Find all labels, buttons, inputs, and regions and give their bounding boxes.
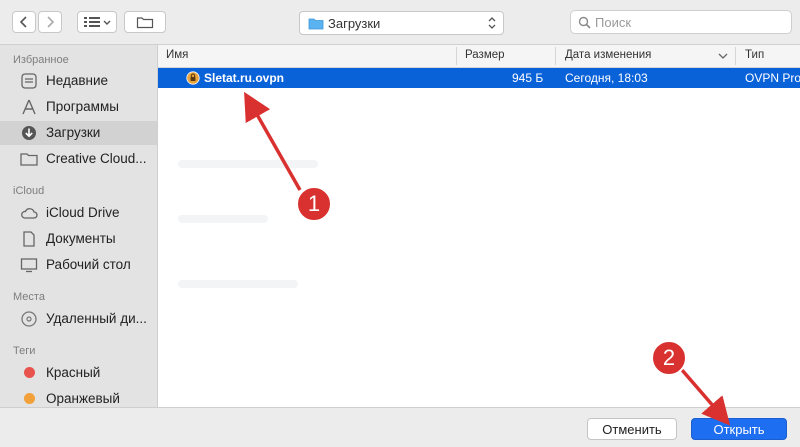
folder-icon	[308, 18, 324, 30]
chevron-right-icon	[47, 16, 55, 28]
column-date[interactable]: Дата изменения	[565, 49, 651, 61]
chevron-left-icon	[19, 16, 27, 28]
search-input[interactable]	[595, 13, 785, 31]
blurred-row-placeholder	[178, 160, 318, 168]
sidebar-item-creative-cloud[interactable]: Creative Cloud...	[0, 147, 157, 171]
sidebar-item-label: Оранжевый	[46, 391, 120, 406]
back-button[interactable]	[12, 11, 36, 33]
sidebar-item-downloads[interactable]: Загрузки	[0, 121, 157, 145]
sidebar-item-label: Рабочий стол	[46, 257, 131, 272]
sidebar-section-locations: Места	[13, 291, 45, 303]
search-field[interactable]	[570, 10, 792, 34]
sidebar-item-desktop[interactable]: Рабочий стол	[0, 253, 157, 277]
updown-arrows-icon	[488, 17, 496, 29]
sidebar-item-label: Документы	[46, 231, 116, 246]
sidebar-item-label: Creative Cloud...	[46, 151, 147, 166]
open-button[interactable]: Открыть	[691, 418, 787, 440]
new-folder-icon	[136, 17, 154, 29]
cloud-icon	[21, 208, 38, 219]
sidebar-item-label: Красный	[46, 365, 101, 380]
file-size: 945 Б	[512, 71, 544, 85]
sidebar-item-label: Программы	[46, 99, 119, 114]
sort-chevron-icon	[718, 53, 728, 59]
downloads-icon	[22, 126, 36, 140]
disc-icon	[21, 311, 37, 327]
folder-icon	[20, 153, 38, 166]
sidebar-item-icloud-drive[interactable]: iCloud Drive	[0, 201, 157, 225]
column-divider[interactable]	[456, 47, 457, 65]
column-type[interactable]: Тип	[745, 49, 764, 61]
sidebar-item-label: iCloud Drive	[46, 205, 120, 220]
cancel-button[interactable]: Отменить	[587, 418, 677, 440]
sidebar-item-recents[interactable]: Недавние	[0, 69, 157, 93]
dialog-footer: Отменить Открыть	[0, 407, 800, 447]
view-mode-button[interactable]	[77, 11, 117, 33]
toolbar: Загрузки	[0, 0, 800, 45]
list-view-icon	[84, 17, 111, 27]
column-header: Имя Размер Дата изменения Тип	[158, 45, 800, 68]
new-folder-button[interactable]	[124, 11, 166, 33]
orange-tag-icon	[24, 393, 35, 404]
document-icon	[23, 231, 35, 247]
open-file-dialog: Загрузки Избранное Недавние Программы	[0, 0, 800, 447]
file-date: Сегодня, 18:03	[565, 71, 648, 85]
table-row[interactable]: Sletat.ru.ovpn 945 Б Сегодня, 18:03 OVPN…	[158, 68, 800, 88]
applications-icon	[22, 99, 36, 115]
sidebar-item-label: Удаленный ди...	[46, 311, 147, 326]
blurred-row-placeholder	[178, 280, 298, 288]
file-name: Sletat.ru.ovpn	[204, 71, 285, 85]
sidebar-item-applications[interactable]: Программы	[0, 95, 157, 119]
sidebar: Избранное Недавние Программы Загрузки Cr…	[0, 45, 158, 407]
vpn-config-file-icon	[186, 71, 200, 85]
column-divider[interactable]	[735, 47, 736, 65]
sidebar-section-icloud: iCloud	[13, 185, 45, 197]
sidebar-item-remote-disc[interactable]: Удаленный ди...	[0, 307, 157, 331]
forward-button[interactable]	[38, 11, 62, 33]
sidebar-item-documents[interactable]: Документы	[0, 227, 157, 251]
sidebar-item-label: Загрузки	[46, 125, 101, 140]
sidebar-item-tag-red[interactable]: Красный	[0, 361, 157, 385]
sidebar-item-label: Недавние	[46, 73, 109, 88]
file-list: Имя Размер Дата изменения Тип Sletat.ru.…	[158, 45, 800, 407]
red-tag-icon	[24, 367, 35, 378]
column-divider[interactable]	[555, 47, 556, 65]
column-size[interactable]: Размер	[465, 49, 505, 61]
sidebar-section-favorites: Избранное	[13, 54, 69, 66]
search-icon	[578, 16, 591, 29]
column-name[interactable]: Имя	[166, 49, 188, 61]
location-popup[interactable]: Загрузки	[299, 11, 504, 35]
location-label: Загрузки	[328, 16, 381, 31]
file-type: OVPN Pro	[745, 71, 800, 85]
sidebar-section-tags: Теги	[13, 345, 36, 357]
desktop-icon	[20, 258, 38, 273]
clock-icon	[21, 73, 37, 89]
blurred-row-placeholder	[178, 215, 268, 223]
